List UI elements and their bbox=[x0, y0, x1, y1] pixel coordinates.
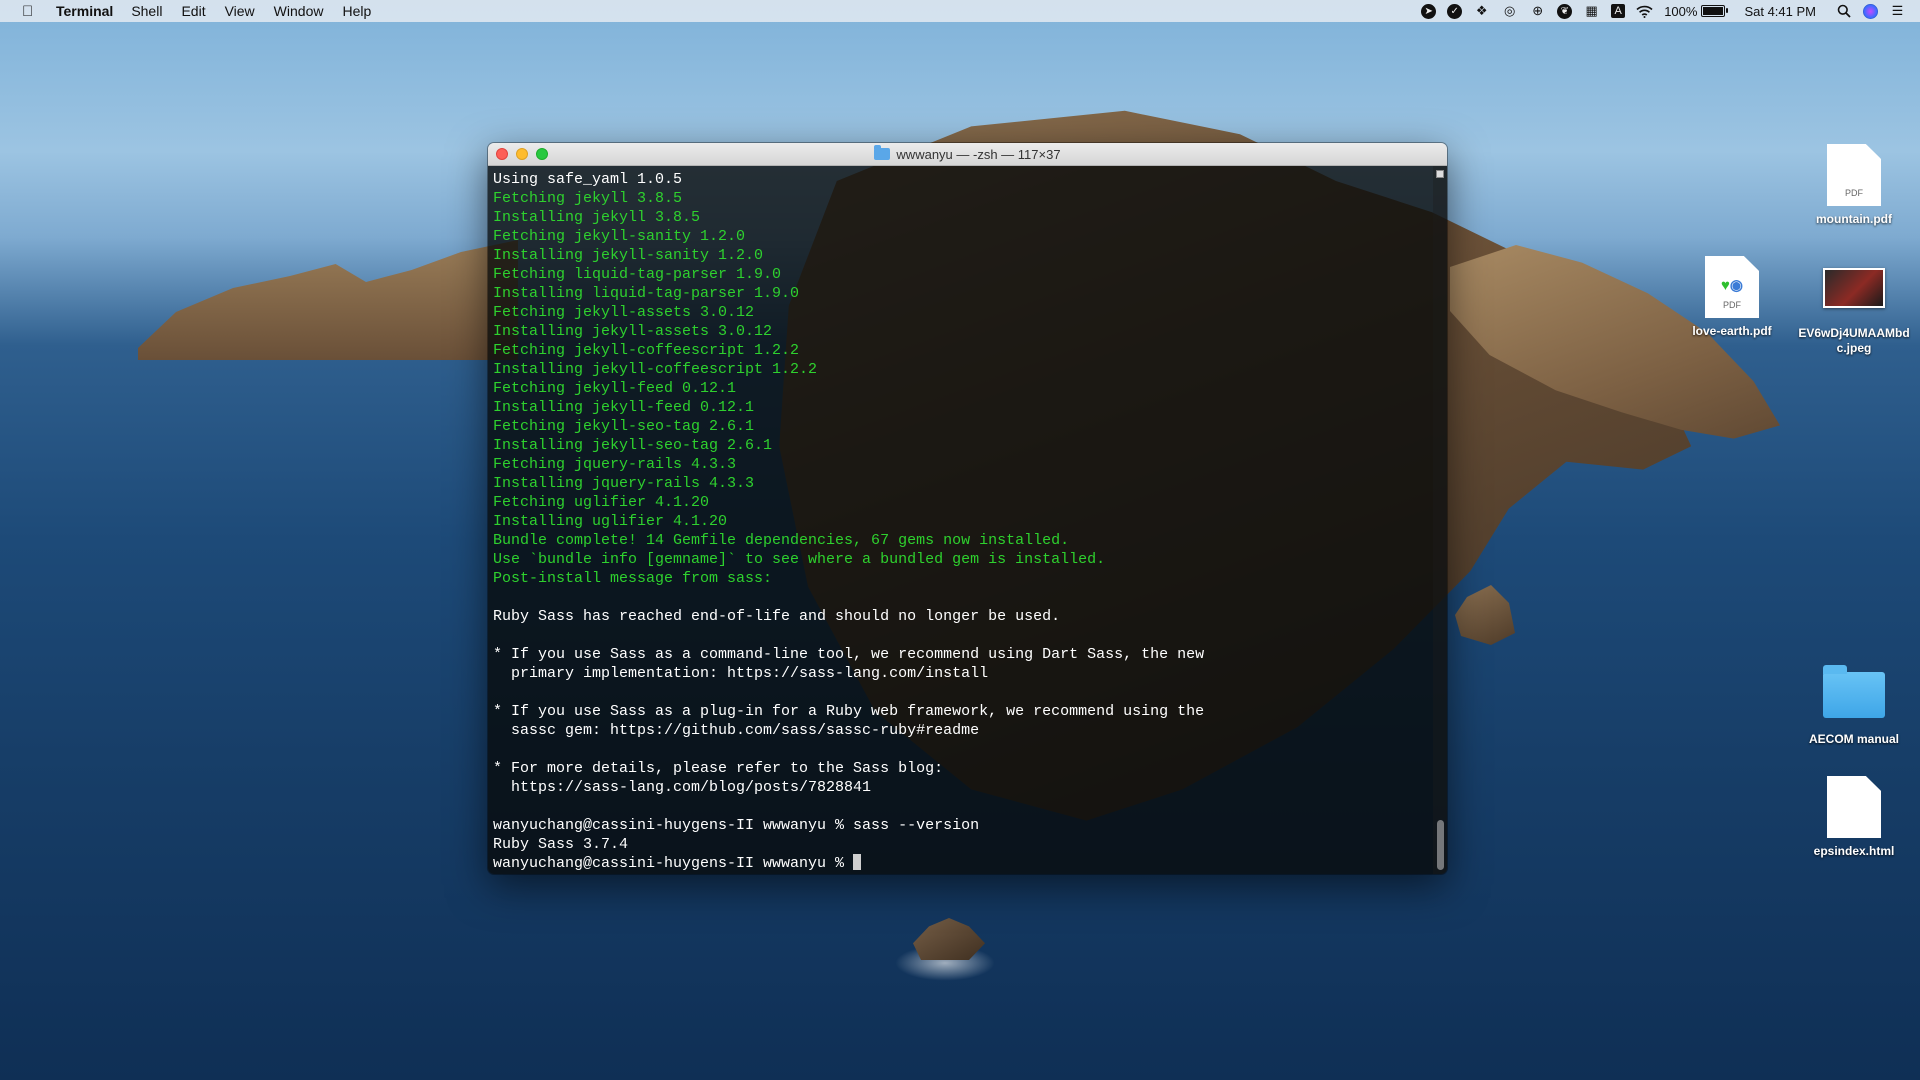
terminal-line: Fetching jekyll-assets 3.0.12 bbox=[493, 304, 755, 321]
menu-app-name[interactable]: Terminal bbox=[56, 3, 113, 19]
desktop-file-jpeg[interactable]: EV6wDj4UMAAMbdc.jpeg bbox=[1794, 256, 1914, 356]
scroll-thumb[interactable] bbox=[1437, 820, 1444, 870]
menubar-clock[interactable]: Sat 4:41 PM bbox=[1744, 4, 1816, 19]
globe-icon[interactable]: ⊕ bbox=[1529, 3, 1546, 20]
heart-globe-thumbnail-icon: ♥◉ bbox=[1721, 277, 1743, 294]
terminal-line: Use `bundle info [gemname]` to see where… bbox=[493, 551, 1106, 568]
terminal-line: Fetching jekyll-feed 0.12.1 bbox=[493, 380, 737, 397]
desktop-file-mountain-pdf[interactable]: ⛰ PDF mountain.pdf bbox=[1794, 144, 1914, 227]
window-title-group: wwwanyu — -zsh — 117×37 bbox=[874, 145, 1061, 162]
siri-icon[interactable] bbox=[1863, 3, 1878, 19]
close-window-button[interactable] bbox=[496, 148, 508, 160]
leaf-icon[interactable]: ❦ bbox=[1557, 3, 1573, 19]
grid-icon[interactable]: ▦ bbox=[1583, 3, 1600, 20]
terminal-line: Bundle complete! 14 Gemfile dependencies… bbox=[493, 532, 1070, 549]
pdf-file-icon: ⛰ PDF bbox=[1827, 144, 1881, 206]
window-title: wwwanyu — -zsh — 117×37 bbox=[896, 146, 1061, 162]
opera-icon[interactable]: ◎ bbox=[1501, 3, 1518, 20]
window-controls bbox=[496, 148, 548, 160]
wallpaper-island-left bbox=[138, 240, 518, 360]
notification-center-icon[interactable]: ☰ bbox=[1889, 3, 1906, 20]
dropbox-icon[interactable]: ❖ bbox=[1473, 3, 1490, 20]
zoom-window-button[interactable] bbox=[536, 148, 548, 160]
text-cursor bbox=[853, 854, 862, 870]
mountain-thumbnail-icon: ⛰ bbox=[1847, 164, 1861, 181]
image-thumbnail-icon bbox=[1823, 268, 1885, 308]
pdf-file-icon: ♥◉ PDF bbox=[1705, 256, 1759, 318]
file-type-badge: PDF bbox=[1723, 300, 1741, 310]
desktop-icon-label: mountain.pdf bbox=[1816, 212, 1892, 226]
folder-icon bbox=[1823, 665, 1885, 718]
apple-menu-icon[interactable]:  bbox=[22, 3, 38, 20]
desktop-file-epsindex-html[interactable]: epsindex.html bbox=[1794, 776, 1914, 859]
terminal-line: Installing liquid-tag-parser 1.9.0 bbox=[493, 285, 800, 302]
desktop-icon-label: EV6wDj4UMAAMbdc.jpeg bbox=[1798, 326, 1910, 355]
desktop-file-love-earth-pdf[interactable]: ♥◉ PDF love-earth.pdf bbox=[1672, 256, 1792, 339]
terminal-line: Ruby Sass has reached end-of-life and sh… bbox=[493, 608, 1061, 625]
split-view-icon[interactable] bbox=[1436, 170, 1444, 178]
terminal-line: Using safe_yaml 1.0.5 bbox=[493, 171, 683, 188]
wifi-icon[interactable] bbox=[1636, 3, 1653, 20]
terminal-line: primary implementation: https://sass-lan… bbox=[493, 665, 989, 682]
terminal-line: Fetching liquid-tag-parser 1.9.0 bbox=[493, 266, 782, 283]
desktop-folder-aecom-manual[interactable]: AECOM manual bbox=[1794, 662, 1914, 747]
terminal-content[interactable]: Using safe_yaml 1.0.5 Fetching jekyll 3.8… bbox=[488, 166, 1447, 874]
window-titlebar[interactable]: wwwanyu — -zsh — 117×37 bbox=[488, 143, 1447, 166]
wallpaper-rock bbox=[1455, 585, 1515, 645]
battery-icon bbox=[1701, 5, 1729, 17]
spotlight-search-icon[interactable] bbox=[1835, 3, 1852, 20]
menu-edit[interactable]: Edit bbox=[181, 3, 205, 19]
battery-status[interactable]: 100% bbox=[1664, 3, 1729, 19]
terminal-line: https://sass-lang.com/blog/posts/7828841 bbox=[493, 779, 872, 796]
terminal-line: Installing jekyll-seo-tag 2.6.1 bbox=[493, 437, 773, 454]
terminal-line: Fetching jekyll 3.8.5 bbox=[493, 190, 683, 207]
menu-view[interactable]: View bbox=[225, 3, 255, 19]
terminal-prompt-line[interactable]: wanyuchang@cassini-huygens-II wwwanyu % bbox=[493, 854, 1427, 873]
terminal-line: Installing jekyll-assets 3.0.12 bbox=[493, 323, 773, 340]
minimize-window-button[interactable] bbox=[516, 148, 528, 160]
terminal-line: wanyuchang@cassini-huygens-II wwwanyu % … bbox=[493, 817, 980, 834]
location-arrow-icon[interactable]: ➤ bbox=[1421, 3, 1437, 19]
terminal-line: Ruby Sass 3.7.4 bbox=[493, 836, 629, 853]
terminal-line: Post-install message from sass: bbox=[493, 570, 773, 587]
terminal-line: * If you use Sass as a plug-in for a Rub… bbox=[493, 703, 1205, 720]
checkmark-circle-icon[interactable]: ✓ bbox=[1447, 3, 1463, 19]
terminal-line: Fetching uglifier 4.1.20 bbox=[493, 494, 710, 511]
terminal-line: * If you use Sass as a command-line tool… bbox=[493, 646, 1205, 663]
terminal-line: Installing jekyll-coffeescript 1.2.2 bbox=[493, 361, 818, 378]
terminal-line: * For more details, please refer to the … bbox=[493, 760, 944, 777]
terminal-line: Fetching jquery-rails 4.3.3 bbox=[493, 456, 737, 473]
terminal-line: Installing uglifier 4.1.20 bbox=[493, 513, 728, 530]
terminal-line: Fetching jekyll-coffeescript 1.2.2 bbox=[493, 342, 800, 359]
terminal-line: sassc gem: https://github.com/sass/sassc… bbox=[493, 722, 980, 739]
folder-icon bbox=[874, 145, 891, 160]
html-file-icon bbox=[1827, 776, 1881, 838]
terminal-window[interactable]: wwwanyu — -zsh — 117×37 Using safe_yaml … bbox=[488, 143, 1447, 874]
desktop-icon-label: epsindex.html bbox=[1813, 844, 1895, 858]
terminal-line: Installing jquery-rails 4.3.3 bbox=[493, 475, 755, 492]
input-source-icon[interactable]: A bbox=[1611, 4, 1626, 18]
terminal-line: Installing jekyll-sanity 1.2.0 bbox=[493, 247, 764, 264]
terminal-line: Installing jekyll-feed 0.12.1 bbox=[493, 399, 755, 416]
file-type-badge: PDF bbox=[1845, 188, 1863, 198]
menu-window[interactable]: Window bbox=[274, 3, 324, 19]
desktop-icon-label: AECOM manual bbox=[1808, 732, 1899, 746]
status-area: ➤ ✓ ❖ ◎ ⊕ ❦ ▦ A 100% Sat 4:41 PM ☰ bbox=[1421, 0, 1906, 22]
desktop-icon-label: love-earth.pdf bbox=[1692, 324, 1772, 338]
menu-help[interactable]: Help bbox=[342, 3, 371, 19]
terminal-line: Installing jekyll 3.8.5 bbox=[493, 209, 701, 226]
terminal-line: Fetching jekyll-seo-tag 2.6.1 bbox=[493, 418, 755, 435]
menu-shell[interactable]: Shell bbox=[131, 3, 162, 19]
terminal-output: Using safe_yaml 1.0.5 Fetching jekyll 3.8… bbox=[493, 170, 1427, 873]
battery-percent: 100% bbox=[1664, 3, 1698, 19]
terminal-line: Fetching jekyll-sanity 1.2.0 bbox=[493, 228, 746, 245]
shell-prompt: wanyuchang@cassini-huygens-II wwwanyu % bbox=[493, 855, 854, 872]
menu-bar:  Terminal Shell Edit View Window Help ➤… bbox=[0, 0, 1920, 22]
terminal-scrollbar[interactable] bbox=[1433, 166, 1447, 874]
